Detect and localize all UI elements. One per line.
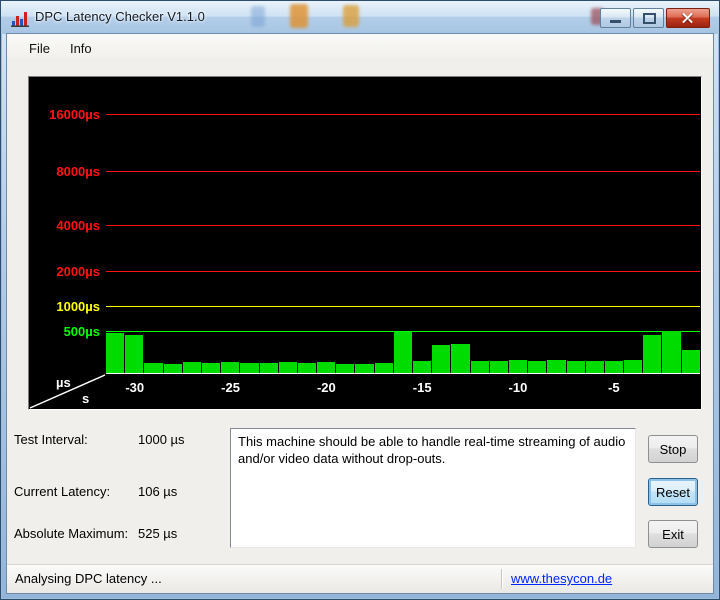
close-button[interactable] — [666, 8, 710, 28]
minimize-button[interactable] — [600, 8, 631, 28]
y-axis-label: 4000µs — [56, 218, 100, 233]
current-latency-row: Current Latency: 106 µs — [14, 484, 226, 499]
title-bar[interactable]: DPC Latency Checker V1.1.0 — [1, 1, 719, 34]
latency-bar — [432, 345, 451, 374]
absolute-maximum-row: Absolute Maximum: 525 µs — [14, 526, 226, 541]
status-divider — [501, 569, 502, 589]
stop-button[interactable]: Stop — [648, 435, 698, 463]
latency-bar — [508, 360, 528, 374]
menu-info[interactable]: Info — [60, 37, 102, 60]
latency-bar — [547, 360, 566, 374]
y-axis-label: 2000µs — [56, 264, 100, 279]
x-tick-label: -25 — [221, 380, 240, 395]
current-latency-label: Current Latency: — [14, 484, 111, 499]
menu-bar: File Info — [7, 34, 713, 62]
y-axis-label: 8000µs — [56, 164, 100, 179]
dpc-latency-checker-window: DPC Latency Checker V1.1.0 File Info 160… — [0, 0, 720, 600]
maximize-icon — [643, 13, 656, 24]
x-tick-label: -15 — [412, 380, 432, 395]
test-interval-value: 1000 µs — [138, 432, 185, 447]
x-tick-label: -30 — [125, 380, 145, 395]
latency-bar — [393, 332, 412, 374]
thesycon-link[interactable]: www.thesycon.de — [511, 571, 612, 586]
latency-bar — [643, 335, 662, 374]
y-axis-label: 1000µs — [56, 299, 100, 314]
latency-bar — [451, 344, 470, 374]
x-tick-label: -10 — [508, 380, 528, 395]
x-axis: -30 -25 -20 -15 -10 -5 — [106, 373, 700, 409]
axis-corner: µs s — [29, 374, 106, 409]
window-controls — [600, 8, 710, 28]
reset-button[interactable]: Reset — [648, 478, 698, 506]
bars — [106, 77, 700, 374]
absolute-maximum-value: 525 µs — [138, 526, 178, 541]
y-axis-labels: 16000µs 8000µs 4000µs 2000µs 1000µs 500µs — [29, 77, 104, 374]
maximize-button[interactable] — [633, 8, 664, 28]
latency-bar — [125, 335, 144, 374]
status-bar: Analysing DPC latency ... www.thesycon.d… — [7, 564, 713, 593]
app-icon — [11, 12, 29, 27]
latency-bar — [662, 331, 681, 374]
minimize-icon — [610, 20, 621, 23]
test-interval-label: Test Interval: — [14, 432, 88, 447]
y-axis-label: 16000µs — [49, 107, 100, 122]
x-tick-label: -5 — [607, 380, 620, 395]
window-title: DPC Latency Checker V1.1.0 — [35, 9, 205, 24]
absolute-maximum-label: Absolute Maximum: — [14, 526, 129, 541]
latency-bar — [106, 333, 125, 374]
x-unit-label: s — [82, 391, 90, 406]
glass-reflection — [343, 5, 359, 27]
latency-bar — [624, 360, 643, 374]
glass-reflection — [290, 4, 308, 28]
y-unit-label: µs — [56, 375, 71, 390]
glass-reflection — [251, 6, 265, 27]
plot-area — [106, 77, 700, 374]
latency-chart: 16000µs 8000µs 4000µs 2000µs 1000µs 500µs -30… — [28, 76, 702, 410]
exit-button[interactable]: Exit — [648, 520, 698, 548]
y-axis-label: 500µs — [63, 324, 100, 339]
x-tick-label: -20 — [316, 380, 336, 395]
menu-file[interactable]: File — [19, 37, 60, 60]
result-message-box: This machine should be able to handle re… — [230, 428, 636, 548]
test-interval-row: Test Interval: 1000 µs — [14, 432, 226, 447]
status-text: Analysing DPC latency ... — [15, 571, 162, 586]
current-latency-value: 106 µs — [138, 484, 178, 499]
latency-bar — [681, 350, 700, 374]
